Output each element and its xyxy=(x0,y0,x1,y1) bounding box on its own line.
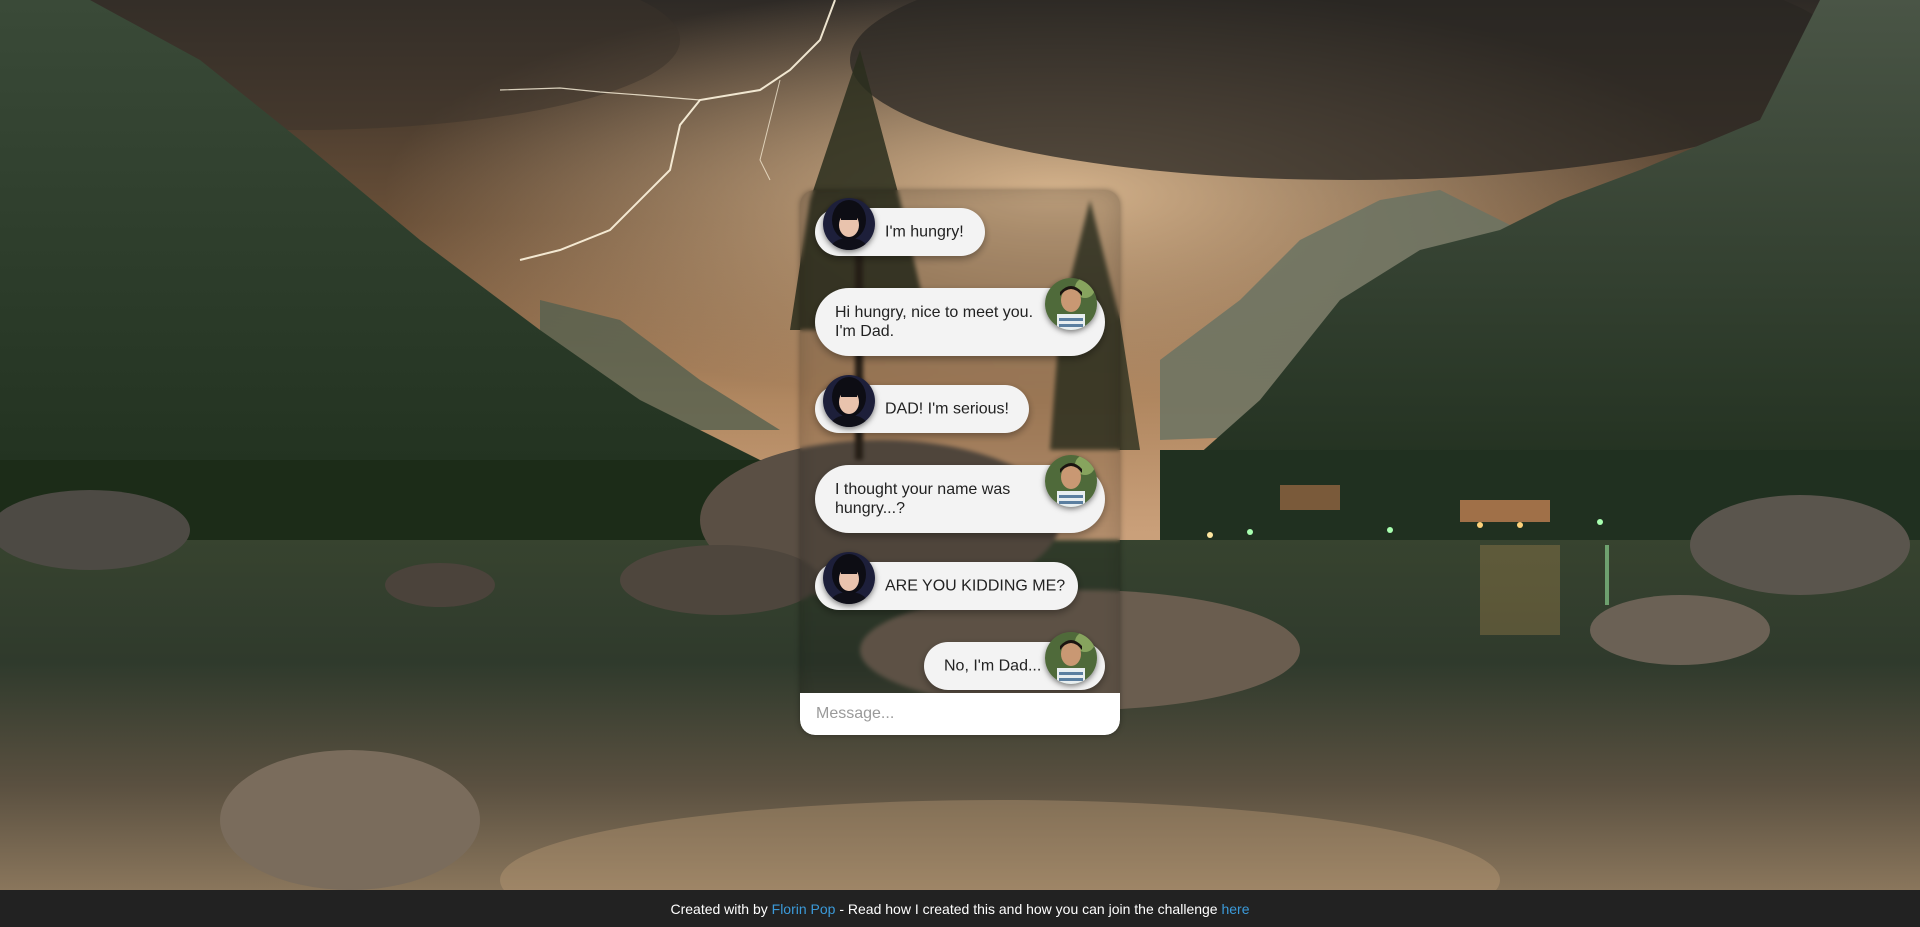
message-daughter: DAD! I'm serious! xyxy=(815,375,1029,433)
message-text: DAD! I'm serious! xyxy=(885,400,1009,418)
here-link[interactable]: here xyxy=(1221,901,1249,917)
message-dad: No, I'm Dad... xyxy=(924,632,1105,690)
message-daughter: I'm hungry! xyxy=(815,198,985,256)
message-dad: I thought your name was hungry...? xyxy=(815,455,1105,533)
avatar-daughter-icon xyxy=(823,375,875,427)
footer-prefix: Created with by xyxy=(670,900,772,917)
chat-window: I'm hungry! Hi hungry, nice to meet you.… xyxy=(800,190,1120,735)
avatar-daughter-icon xyxy=(823,198,875,250)
message-text: Hi hungry, nice to meet you. I'm Dad. xyxy=(835,304,1034,340)
message-text: ARE YOU KIDDING ME? xyxy=(885,577,1066,595)
message-list: I'm hungry! Hi hungry, nice to meet you.… xyxy=(800,190,1120,693)
footer-middle: - Read how I created this and how you ca… xyxy=(835,900,1222,917)
message-daughter: ARE YOU KIDDING ME? xyxy=(815,552,1078,610)
message-text: I thought your name was hungry...? xyxy=(835,481,1011,517)
message-text: No, I'm Dad... xyxy=(944,657,1042,675)
message-input[interactable] xyxy=(800,693,1120,735)
avatar-dad-icon xyxy=(1045,278,1097,330)
avatar-dad-icon xyxy=(1045,455,1097,507)
author-link[interactable]: Florin Pop xyxy=(772,901,836,917)
footer: Created with by Florin Pop - Read how I … xyxy=(0,890,1920,927)
avatar-dad-icon xyxy=(1045,632,1097,684)
message-dad: Hi hungry, nice to meet you. I'm Dad. xyxy=(815,278,1105,356)
message-text: I'm hungry! xyxy=(885,223,964,241)
avatar-daughter-icon xyxy=(823,552,875,604)
